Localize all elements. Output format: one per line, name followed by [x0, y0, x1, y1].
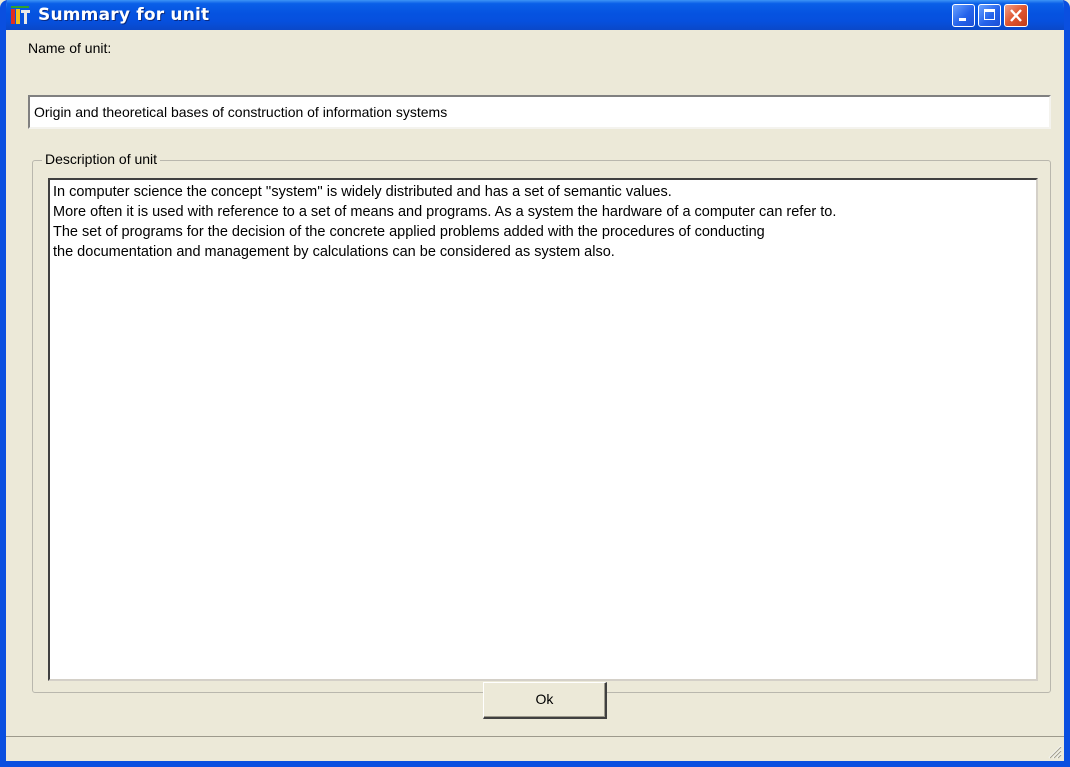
maximize-button[interactable]: [978, 4, 1001, 27]
minimize-button[interactable]: [952, 4, 975, 27]
summary-window: Summary for unit Name of unit: Origin an…: [0, 0, 1070, 767]
description-memo[interactable]: In computer science the concept ''system…: [48, 178, 1038, 681]
resize-grip-icon[interactable]: [1046, 743, 1062, 759]
description-line: In computer science the concept ''system…: [53, 184, 672, 200]
maximize-icon: [984, 9, 995, 20]
description-group-label: Description of unit: [42, 151, 161, 167]
close-icon: [1010, 9, 1022, 22]
description-line: The set of programs for the decision of …: [53, 224, 765, 240]
unit-name-field[interactable]: Origin and theoretical bases of construc…: [28, 95, 1051, 129]
description-line: More often it is used with reference to …: [53, 204, 837, 220]
title-bar[interactable]: Summary for unit: [6, 0, 1064, 30]
window-title: Summary for unit: [38, 5, 210, 25]
name-of-unit-label: Name of unit:: [28, 40, 112, 56]
ok-button[interactable]: Ok: [483, 682, 607, 719]
description-line: the documentation and management by calc…: [53, 244, 615, 260]
status-bar: [6, 736, 1064, 761]
minimize-icon: [959, 18, 966, 21]
app-logo-icon: [11, 6, 30, 24]
close-button[interactable]: [1004, 4, 1028, 27]
